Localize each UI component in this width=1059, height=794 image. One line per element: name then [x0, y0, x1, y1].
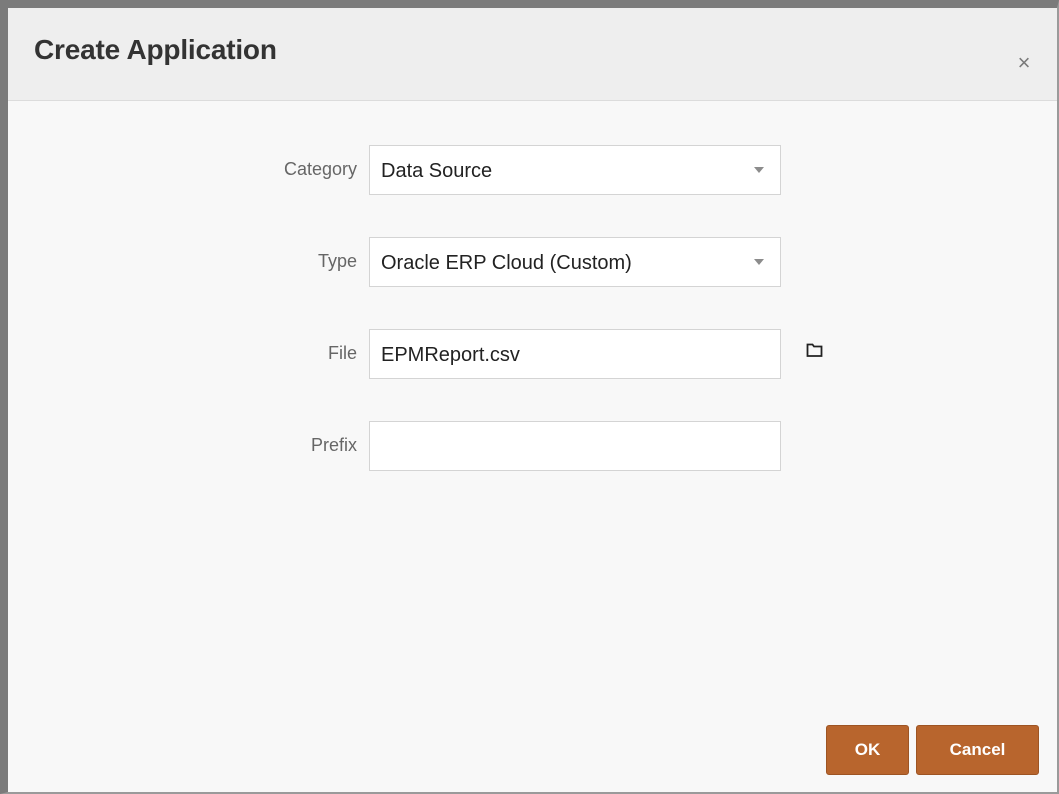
- folder-icon[interactable]: [806, 341, 824, 359]
- chevron-down-icon: [754, 259, 764, 265]
- category-value: Data Source: [381, 160, 493, 182]
- chevron-down-icon: [754, 167, 764, 173]
- file-input[interactable]: EPMReport.csv: [369, 329, 781, 379]
- create-application-dialog: Create Application × Category Data Sourc…: [0, 0, 1059, 794]
- type-label: Type: [317, 251, 357, 271]
- dialog-title: Create Application: [34, 34, 277, 65]
- file-label: File: [327, 343, 357, 363]
- dialog-header: Create Application ×: [8, 8, 1057, 101]
- ok-button[interactable]: OK: [826, 725, 909, 775]
- file-value: EPMReport.csv: [381, 344, 520, 366]
- type-value: Oracle ERP Cloud (Custom): [381, 252, 632, 274]
- cancel-button[interactable]: Cancel: [916, 725, 1039, 775]
- prefix-label: Prefix: [310, 435, 357, 455]
- type-select[interactable]: Oracle ERP Cloud (Custom): [369, 237, 781, 287]
- category-select[interactable]: Data Source: [369, 145, 781, 195]
- category-label: Category: [283, 159, 357, 179]
- close-icon[interactable]: ×: [1013, 52, 1035, 74]
- dialog-body: Category Data Source Type Oracle ERP Clo…: [8, 101, 1057, 792]
- prefix-input[interactable]: [369, 421, 781, 471]
